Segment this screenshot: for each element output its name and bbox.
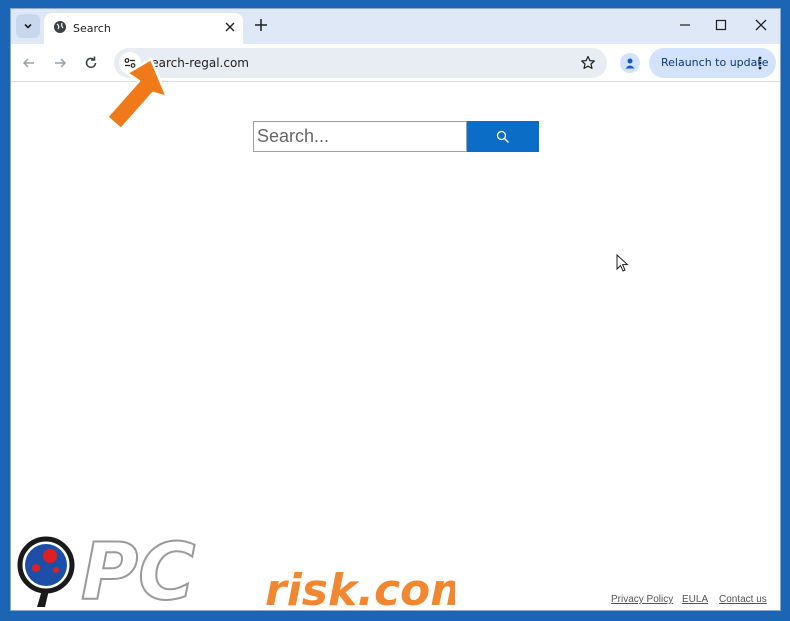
contact-us-link[interactable]: Contact us [719, 594, 767, 605]
tab-active[interactable]: Search [44, 13, 243, 44]
maximize-icon[interactable] [713, 17, 729, 33]
relaunch-to-update-button[interactable]: Relaunch to update [649, 48, 776, 78]
reload-icon[interactable] [82, 54, 100, 72]
person-icon [625, 58, 635, 69]
search-icon [496, 130, 509, 143]
globe-icon [54, 21, 66, 33]
search-button[interactable] [467, 121, 539, 152]
search-input[interactable] [253, 121, 467, 152]
close-window-icon[interactable] [753, 17, 769, 33]
bookmark-star-icon[interactable] [580, 55, 596, 71]
pcrisk-watermark-logo: PC risk.com [17, 527, 455, 611]
close-tab-icon[interactable] [224, 21, 236, 33]
address-bar[interactable]: search-regal.com [114, 48, 607, 78]
chevron-down-icon [24, 23, 32, 29]
watermark-pc-text: PC [81, 528, 195, 611]
privacy-policy-link[interactable]: Privacy Policy [611, 594, 673, 605]
tab-search-button[interactable] [16, 14, 40, 38]
browser-window: Search search-regal.com Relaunch to upda… [10, 8, 781, 611]
watermark-risk-text: risk.com [265, 565, 455, 611]
tab-strip: Search [11, 9, 780, 44]
relaunch-label: Relaunch to update [661, 56, 769, 69]
minimize-icon[interactable] [677, 17, 693, 33]
mouse-cursor-icon [616, 254, 629, 272]
profile-button[interactable] [620, 53, 640, 73]
new-tab-icon[interactable] [253, 17, 269, 33]
forward-icon[interactable] [51, 54, 69, 72]
eula-link[interactable]: EULA [682, 594, 708, 605]
back-icon[interactable] [20, 54, 38, 72]
tab-title: Search [73, 22, 111, 35]
search-form [253, 121, 539, 152]
more-menu-icon[interactable] [757, 55, 763, 71]
pointer-arrow-overlay [105, 57, 169, 131]
